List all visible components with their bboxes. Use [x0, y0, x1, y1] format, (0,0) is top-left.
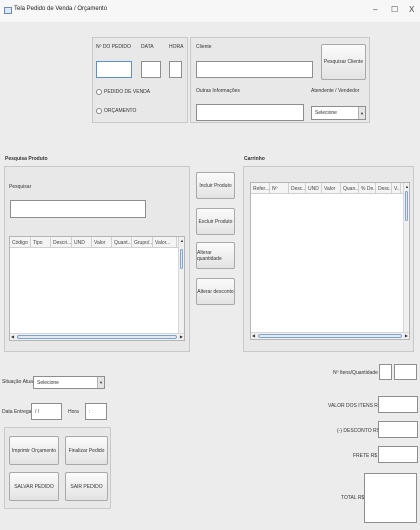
- situacao-atual-label: Situação Atual: [2, 379, 34, 385]
- window-title: Tela Pedido de Venda / Orçamento: [14, 6, 108, 12]
- column-header[interactable]: Descri...: [51, 237, 72, 247]
- pesquisar-produto-input[interactable]: [10, 200, 146, 218]
- hora-label: HORA: [169, 44, 184, 50]
- pesquisa-produto-label: Pesquisa Produto: [5, 156, 48, 162]
- scroll-right-icon[interactable]: ▶: [180, 334, 183, 339]
- pedido-venda-radio[interactable]: [96, 89, 102, 95]
- carrinho-table-header: Refer... Nº Desc... UND Valor Quan... % …: [251, 183, 409, 194]
- alterar-quantidade-button[interactable]: Alterar quantidade: [196, 242, 235, 269]
- total-label: TOTAL R$: [341, 495, 365, 501]
- scroll-thumb[interactable]: [258, 334, 402, 338]
- column-header[interactable]: Refer...: [251, 183, 270, 193]
- valor-itens-field: [378, 396, 418, 413]
- hora-input[interactable]: [169, 61, 182, 78]
- column-header[interactable]: Código: [10, 237, 31, 247]
- total-field: [364, 473, 417, 523]
- produtos-table[interactable]: Código Tipo Descri... UND Valor Quant...…: [9, 236, 185, 341]
- close-button[interactable]: X: [409, 5, 414, 14]
- itens-quantidade-label: Nº Itens/Quantidade: [333, 370, 378, 376]
- column-header[interactable]: V...: [392, 183, 401, 193]
- orcamento-radio[interactable]: [96, 108, 102, 114]
- carrinho-vertical-scrollbar[interactable]: ▲: [403, 183, 409, 339]
- scroll-thumb[interactable]: [17, 335, 177, 339]
- scroll-left-icon[interactable]: ◀: [252, 333, 255, 338]
- pedido-venda-label: PEDIDO DE VENDA: [104, 89, 151, 95]
- column-header[interactable]: Grupo/...: [132, 237, 153, 247]
- situacao-atual-select[interactable]: Selecione ▼: [33, 376, 105, 389]
- minimize-button[interactable]: –: [373, 5, 377, 14]
- imprimir-orcamento-button[interactable]: Imprimir Orçamento: [9, 436, 59, 465]
- desconto-label: (-) DESCONTO R$: [337, 428, 380, 434]
- pesquisar-label: Pesquisar: [9, 184, 32, 190]
- scroll-thumb[interactable]: [405, 191, 408, 221]
- column-header[interactable]: % De...: [359, 183, 376, 193]
- data-entrega-label: Data Entrega: [2, 409, 32, 415]
- chevron-down-icon: ▼: [358, 107, 365, 119]
- scroll-up-icon[interactable]: ▲: [405, 184, 409, 189]
- produtos-vertical-scrollbar[interactable]: ▲: [178, 237, 184, 340]
- atendente-select-value: Selecione: [315, 110, 337, 116]
- pedido-number-label: Nº DO PEDIDO: [96, 44, 131, 50]
- pesquisar-cliente-button[interactable]: Pesquisar Cliente: [321, 44, 366, 80]
- column-header[interactable]: Nº: [270, 183, 289, 193]
- data-label: DATA: [141, 44, 154, 50]
- carrinho-label: Carrinho: [244, 156, 265, 162]
- data-entrega-input[interactable]: / /: [31, 403, 62, 420]
- sair-pedido-button[interactable]: SAIR PEDIDO: [65, 472, 108, 501]
- column-header[interactable]: Tipo: [31, 237, 51, 247]
- atendente-label: Atendente / Vendedor: [311, 88, 360, 94]
- column-header[interactable]: Quan...: [341, 183, 359, 193]
- excluir-produto-button[interactable]: Excluir Produto: [196, 208, 235, 235]
- carrinho-horizontal-scrollbar[interactable]: ◀ ▶: [251, 332, 409, 339]
- frete-label: FRETE R$: [353, 453, 378, 459]
- hora-entrega-input[interactable]: :: [85, 403, 107, 420]
- produtos-horizontal-scrollbar[interactable]: ◀ ▶: [10, 333, 184, 340]
- scroll-left-icon[interactable]: ◀: [11, 334, 14, 339]
- column-header[interactable]: UND: [72, 237, 92, 247]
- alterar-desconto-button[interactable]: Alterar desconto: [196, 278, 235, 305]
- column-header[interactable]: Valor...: [153, 237, 177, 247]
- column-header[interactable]: UND: [306, 183, 322, 193]
- chevron-down-icon: ▼: [97, 377, 104, 388]
- outras-informacoes-input[interactable]: [196, 104, 304, 121]
- scroll-thumb[interactable]: [180, 249, 183, 269]
- app-icon: [4, 7, 12, 14]
- salvar-pedido-button[interactable]: SALVAR PEDIDO: [9, 472, 59, 501]
- pedido-number-input[interactable]: [96, 61, 132, 78]
- cliente-label: Cliente: [196, 44, 212, 50]
- valor-itens-label: VALOR DOS ITENS R$: [328, 403, 381, 409]
- cliente-input[interactable]: [196, 61, 313, 78]
- column-header[interactable]: Desc...: [376, 183, 392, 193]
- produtos-table-header: Código Tipo Descri... UND Valor Quant...…: [10, 237, 184, 248]
- desconto-field: [378, 421, 418, 438]
- scroll-up-icon[interactable]: ▲: [180, 238, 184, 243]
- column-header[interactable]: Desc...: [289, 183, 306, 193]
- itens-input: [379, 364, 392, 380]
- carrinho-table[interactable]: Refer... Nº Desc... UND Valor Quan... % …: [250, 182, 410, 340]
- hora-entrega-label: Hora: [68, 409, 79, 415]
- incluir-produto-button[interactable]: Incluir Produto: [196, 172, 235, 199]
- column-header[interactable]: Valor: [322, 183, 341, 193]
- finalizar-pedido-button[interactable]: Finalizar Pedido: [65, 436, 108, 465]
- maximize-button[interactable]: ☐: [391, 5, 398, 14]
- outras-informacoes-label: Outras Informações: [196, 88, 240, 94]
- data-input[interactable]: [141, 61, 161, 78]
- atendente-select[interactable]: Selecione ▼: [311, 106, 366, 120]
- quantidade-input: [394, 364, 417, 380]
- situacao-select-value: Selecione: [37, 379, 59, 386]
- orcamento-label: ORÇAMENTO: [104, 108, 137, 114]
- scroll-right-icon[interactable]: ▶: [405, 333, 408, 338]
- column-header[interactable]: Valor: [92, 237, 112, 247]
- column-header[interactable]: Quant...: [112, 237, 132, 247]
- frete-field: [378, 446, 418, 463]
